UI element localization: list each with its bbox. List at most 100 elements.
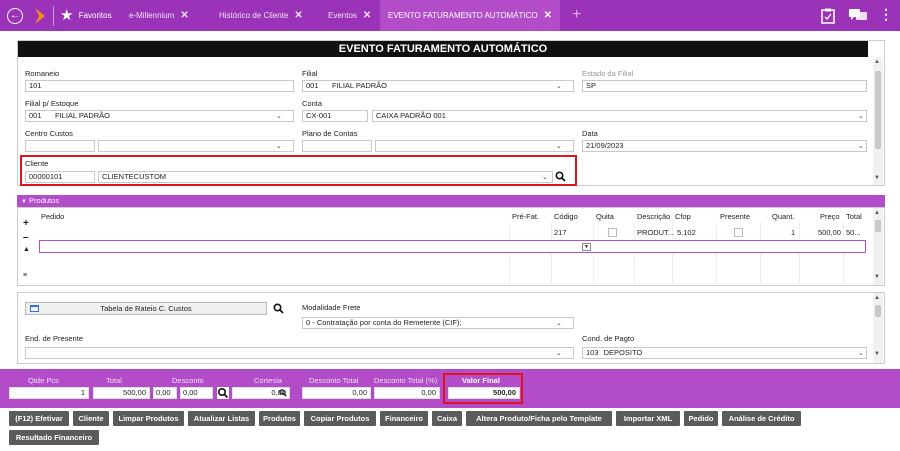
produtos-button[interactable]: Produtos <box>259 411 300 426</box>
centro-custos-code-input[interactable] <box>25 140 95 152</box>
collapse-icon[interactable]: ▼ <box>21 199 27 205</box>
chevron-down-icon[interactable]: ⌄ <box>858 349 864 357</box>
desconto-total-pct-input[interactable]: 0,00 <box>374 387 440 399</box>
copiar-produtos-button[interactable]: Copiar Produtos <box>304 411 376 426</box>
chevron-down-icon[interactable]: ⌄ <box>556 82 562 90</box>
qtde-pcs-input[interactable]: 1 <box>9 387 89 399</box>
grid-scrollbar[interactable]: ▲ ▼ <box>873 208 883 285</box>
tab-e-millennium[interactable]: e-Millennium ✕ <box>129 0 189 31</box>
col-cfop[interactable]: Cfop <box>675 212 691 221</box>
lower-scrollbar[interactable]: ▲ ▼ <box>873 293 883 363</box>
cell-descricao[interactable]: PRODUT... <box>637 228 674 237</box>
close-icon[interactable]: ✕ <box>294 10 302 21</box>
search-icon[interactable] <box>279 389 287 397</box>
estado-filial-input[interactable]: SP <box>582 80 867 92</box>
chevron-down-icon[interactable]: ⌄ <box>276 112 282 120</box>
atualizar-listas-button[interactable]: Atualizar Listas <box>188 411 255 426</box>
plano-contas-label: Plano de Contas <box>302 129 358 138</box>
add-row-icon[interactable]: + <box>23 218 29 229</box>
cliente-button[interactable]: Cliente <box>73 411 109 426</box>
altera-produto-template-button[interactable]: Altera Produto/Ficha pelo Template <box>466 411 612 426</box>
chevron-down-icon[interactable]: ⌄ <box>556 142 562 150</box>
filter-icon[interactable]: ≡ <box>23 272 27 279</box>
modalidade-frete-select[interactable]: 0 - Contratação por conta do Remetente (… <box>302 317 574 329</box>
scroll-up-icon[interactable]: ▲ <box>874 295 880 301</box>
tab-evento-faturamento[interactable]: EVENTO FATURAMENTO AUTOMÁTICO ✕ <box>380 0 561 31</box>
desconto-pct-input[interactable]: 0,00 <box>180 387 213 399</box>
desconto-value-input[interactable]: 0,00 <box>153 387 177 399</box>
plano-contas-select[interactable] <box>375 140 574 152</box>
search-icon[interactable] <box>217 387 229 399</box>
romaneio-input[interactable]: 101 <box>25 80 294 92</box>
scroll-up-icon[interactable]: ▲ <box>874 210 880 216</box>
more-icon[interactable]: ⋮ <box>879 6 893 23</box>
cond-pagto-select[interactable]: 103 DEPOSITO <box>582 347 867 359</box>
quita-checkbox[interactable] <box>608 228 617 237</box>
importar-xml-button[interactable]: Importar XML <box>616 411 680 426</box>
cell-total[interactable]: 50... <box>846 228 861 237</box>
col-quant[interactable]: Quant. <box>772 212 795 221</box>
tab-historico-cliente[interactable]: Histórico de Cliente ✕ <box>219 0 303 31</box>
tab-favoritos[interactable]: ★ Favoritos <box>60 0 112 31</box>
desconto-total-input[interactable]: 0,00 <box>302 387 371 399</box>
conta-code-input[interactable]: CX-001 <box>302 110 368 122</box>
filial-select[interactable]: 001 FILIAL PADRÃO <box>302 80 574 92</box>
scroll-thumb[interactable] <box>875 71 881 149</box>
end-presente-select[interactable] <box>25 347 574 359</box>
chevron-down-icon[interactable]: ⌄ <box>858 112 864 120</box>
close-icon[interactable]: ✕ <box>544 10 552 21</box>
filial-estoque-select[interactable]: 001 FILIAL PADRÃO <box>25 110 294 122</box>
chat-icon[interactable] <box>849 8 867 22</box>
financeiro-button[interactable]: Financeiro <box>380 411 428 426</box>
scroll-down-icon[interactable]: ▼ <box>874 274 880 280</box>
chevron-down-icon[interactable]: ⌄ <box>858 142 864 150</box>
search-icon[interactable] <box>273 303 284 314</box>
back-icon[interactable]: ← <box>7 8 23 24</box>
col-pedido[interactable]: Pedido <box>41 212 64 221</box>
limpar-produtos-button[interactable]: Limpar Produtos <box>113 411 184 426</box>
efetivar-button[interactable]: (F12) Efetivar <box>9 411 69 426</box>
tab-eventos[interactable]: Eventos ✕ <box>328 0 371 31</box>
new-row-input[interactable] <box>39 240 866 253</box>
scroll-thumb[interactable] <box>875 305 881 317</box>
plano-contas-code-input[interactable] <box>302 140 372 152</box>
col-pre-fat[interactable]: Pré-Fat. <box>512 212 539 221</box>
cell-quant[interactable]: 1 <box>791 228 795 237</box>
close-icon[interactable]: ✕ <box>363 10 371 21</box>
clipboard-icon[interactable] <box>821 8 835 24</box>
move-up-icon[interactable]: ▲ <box>23 246 30 253</box>
cell-codigo[interactable]: 217 <box>554 228 567 237</box>
data-input[interactable]: 21/09/2023 <box>582 140 867 152</box>
col-preco[interactable]: Preço <box>820 212 840 221</box>
col-presente[interactable]: Presente <box>720 212 750 221</box>
produtos-header[interactable]: ▼ Produtos <box>17 195 885 207</box>
chevron-down-icon[interactable]: ⌄ <box>556 349 562 357</box>
col-quita[interactable]: Quita <box>596 212 614 221</box>
scroll-down-icon[interactable]: ▼ <box>874 175 880 181</box>
cell-cfop[interactable]: 5.102 <box>677 228 696 237</box>
analise-credito-button[interactable]: Análise de Crédito <box>722 411 801 426</box>
total-input[interactable]: 500,00 <box>93 387 150 399</box>
add-tab-icon[interactable]: + <box>572 6 581 24</box>
remove-row-icon[interactable]: – <box>23 232 29 243</box>
form-scrollbar[interactable]: ▲ ▼ <box>873 57 883 185</box>
dropdown-icon[interactable]: ▼ <box>582 243 591 251</box>
scroll-up-icon[interactable]: ▲ <box>874 59 880 65</box>
presente-checkbox[interactable] <box>734 228 743 237</box>
close-icon[interactable]: ✕ <box>180 10 188 21</box>
chevron-down-icon[interactable]: ⌄ <box>556 319 562 327</box>
scroll-down-icon[interactable]: ▼ <box>874 351 880 357</box>
col-codigo[interactable]: Código <box>554 212 578 221</box>
cell-preco[interactable]: 500,00 <box>818 228 841 237</box>
conta-select[interactable]: CAIXA PADRÃO 001 <box>372 110 867 122</box>
pedido-button[interactable]: Pedido <box>684 411 718 426</box>
col-descricao[interactable]: Descrição <box>637 212 670 221</box>
col-total[interactable]: Total <box>846 212 862 221</box>
caixa-button[interactable]: Caixa <box>432 411 462 426</box>
chevron-down-icon[interactable]: ⌄ <box>276 142 282 150</box>
tabela-rateio-button[interactable]: Tabela de Rateio C. Custos <box>25 302 267 315</box>
resultado-financeiro-button[interactable]: Resultado Financeiro <box>9 430 99 445</box>
centro-custos-select[interactable] <box>98 140 294 152</box>
total-label: Total <box>106 376 122 385</box>
scroll-thumb[interactable] <box>875 220 881 232</box>
